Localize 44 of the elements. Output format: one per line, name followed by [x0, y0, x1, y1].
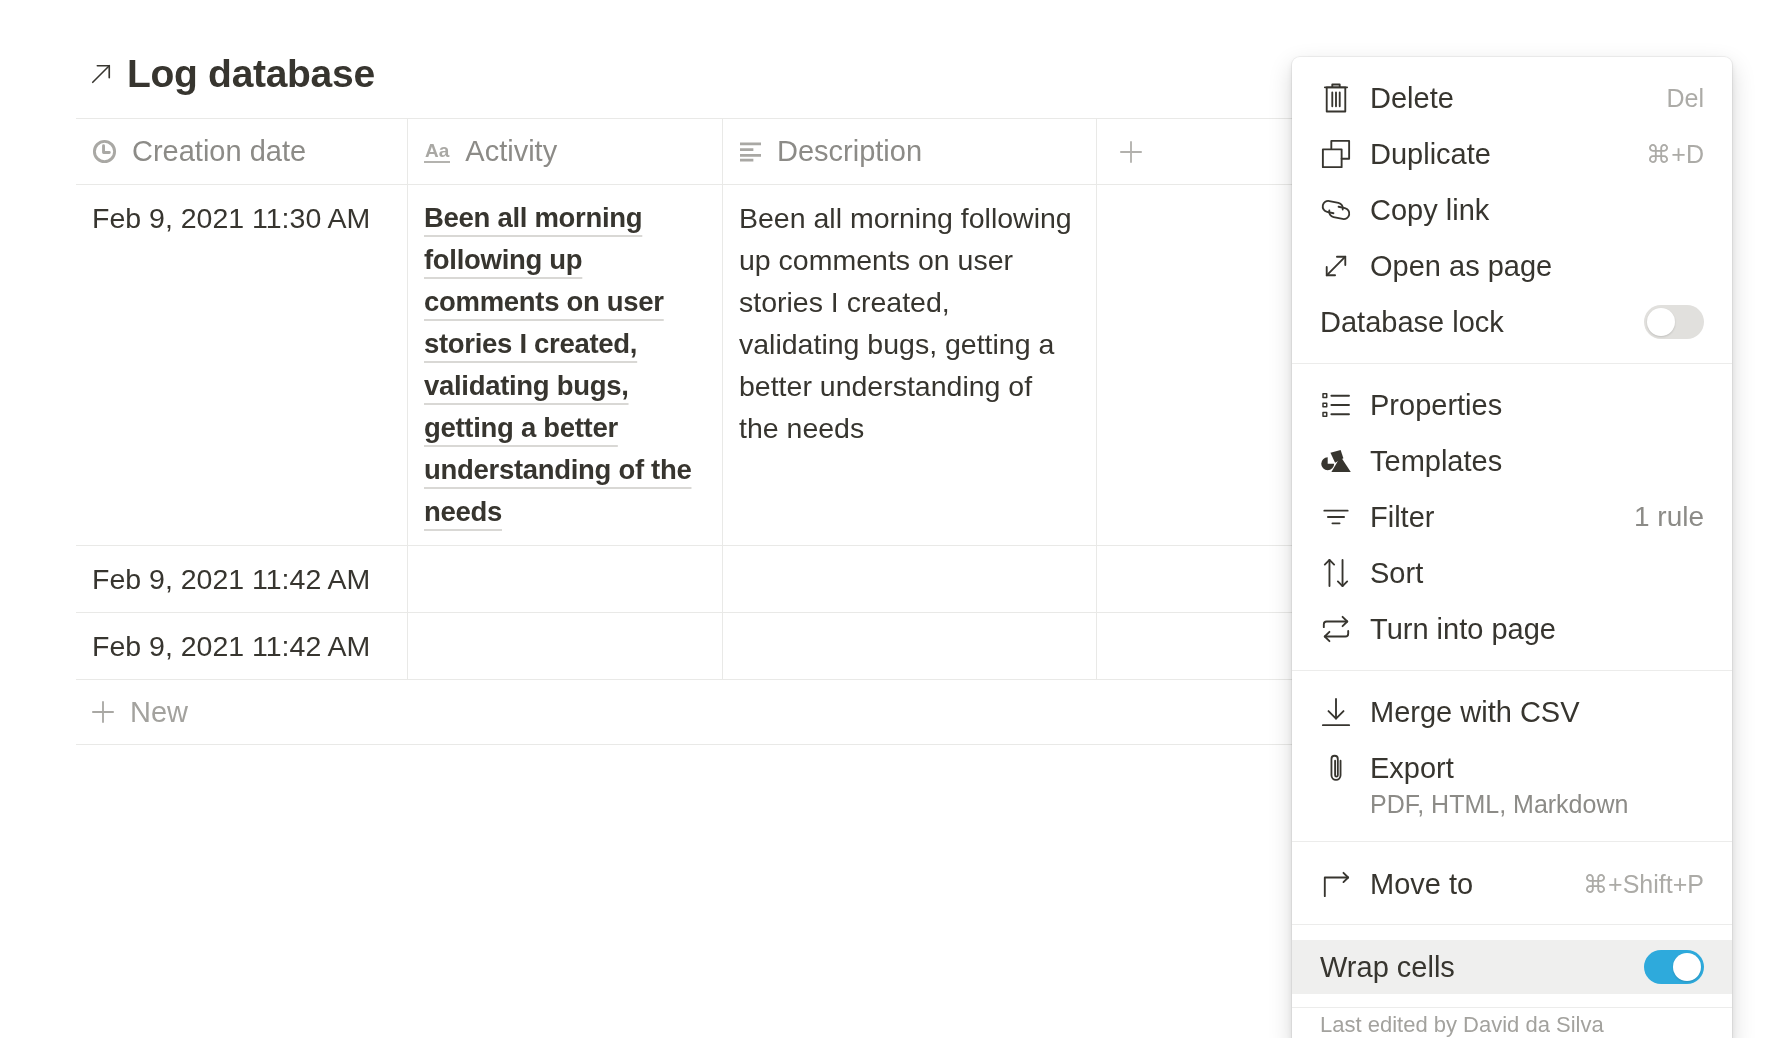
last-edited-text: Last edited by David da Silva: [1320, 1012, 1605, 1038]
menu-item[interactable]: Templates: [1292, 433, 1732, 489]
menu-item[interactable]: Merge with CSV: [1292, 684, 1732, 740]
table-cell-text: Feb 9, 2021 11:30 AM: [91, 201, 372, 236]
toggle-switch[interactable]: [1644, 950, 1704, 984]
menu-item[interactable]: Open as page: [1292, 238, 1732, 294]
menu-item[interactable]: Duplicate ⌘+D: [1292, 126, 1732, 182]
list-icon: [1321, 392, 1351, 418]
menu-item[interactable]: Delete Del: [1292, 70, 1732, 126]
arrow-icon: [90, 63, 112, 85]
title-link[interactable]: Been all morning following up comments on user stories I created, validating bugs, getting a better understanding of the needs: [408, 185, 722, 545]
shortcut-text: ⌘+D: [1646, 139, 1704, 170]
shortcut-text: ⌘+Shift+P: [1583, 869, 1704, 900]
export-formats-text: PDF, HTML, Markdown: [1370, 790, 1630, 818]
toggle-switch[interactable]: [1644, 305, 1704, 339]
trash-icon: [1323, 83, 1349, 113]
table-cell-text: Feb 9, 2021 11:42 AM: [91, 629, 372, 664]
menu-item[interactable]: Wrap cells: [1292, 940, 1732, 994]
shapes-icon: [1320, 449, 1352, 473]
lines-icon: [739, 141, 762, 162]
table-cell-text: Feb 9, 2021 11:42 AM: [91, 562, 372, 597]
diagonal-arrows-icon: [1323, 253, 1349, 279]
filter-icon: [1322, 508, 1350, 526]
menu-item[interactable]: Turn into page: [1292, 601, 1732, 657]
duplicate-icon: [1321, 139, 1351, 169]
menu-item[interactable]: Database lock: [1292, 294, 1732, 350]
shortcut-text: Del: [1666, 83, 1704, 114]
plus-icon: [1120, 140, 1142, 163]
menu-item[interactable]: Export PDF, HTML, Markdown: [1292, 740, 1732, 828]
sort-arrows-icon: [1322, 558, 1350, 588]
loop-arrows-icon: [1321, 614, 1351, 644]
menu-item[interactable]: Sort: [1292, 545, 1732, 601]
chain-link-icon: [1320, 198, 1352, 222]
rule-count-text: 1 rule: [1633, 500, 1704, 534]
menu-item[interactable]: Properties: [1292, 377, 1732, 433]
corner-arrow-icon: [1321, 870, 1351, 898]
menu-item[interactable]: Move to ⌘+Shift+P: [1292, 856, 1732, 912]
menu-item[interactable]: Filter 1 rule: [1292, 489, 1732, 545]
download-icon: [1321, 697, 1351, 727]
clock-icon: [92, 139, 117, 164]
menu-item[interactable]: Copy link: [1292, 182, 1732, 238]
page-title: Log database: [127, 51, 375, 97]
table-cell-text: Been all morning following up comments on user stories I created, validating bugs, getting a better understanding of the needs: [738, 201, 1073, 446]
plus-icon: [92, 701, 114, 723]
